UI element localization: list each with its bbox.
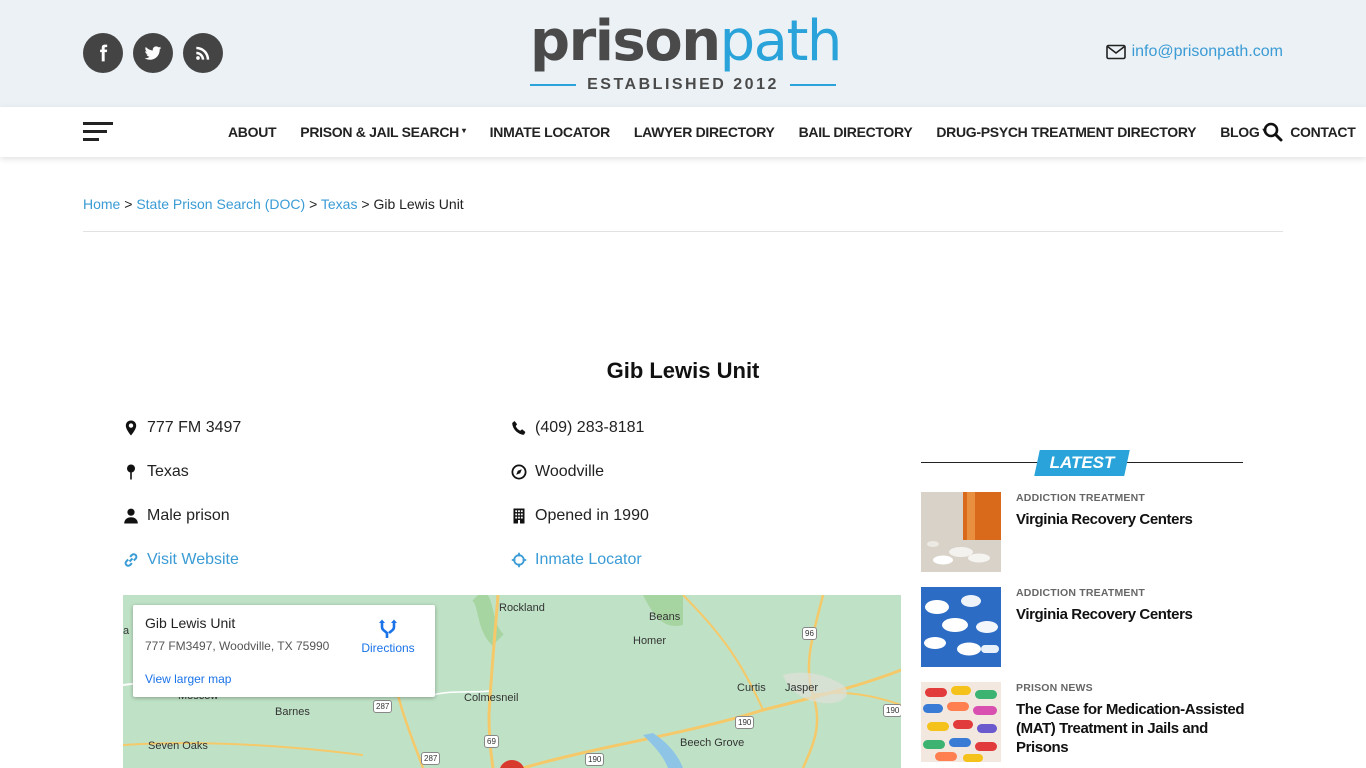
- breadcrumb-home[interactable]: Home: [83, 196, 120, 212]
- route-shield: 69: [484, 735, 499, 748]
- latest-post[interactable]: PRISON NEWS The Case for Medication-Assi…: [921, 682, 1244, 762]
- map-place-label: Beans: [649, 611, 681, 623]
- facebook-icon[interactable]: [83, 33, 123, 73]
- map-card-address: 777 FM3497, Woodville, TX 75990: [145, 639, 330, 653]
- map-place-label: Rockland: [499, 602, 545, 614]
- route-shield: 190: [735, 716, 755, 729]
- nav-about[interactable]: ABOUT: [228, 124, 277, 140]
- route-shield: 96: [802, 627, 817, 640]
- nav-contact[interactable]: CONTACT: [1290, 124, 1356, 140]
- google-map[interactable]: a Rockland Beans Homer Moscow Colmesneil…: [123, 595, 901, 768]
- map-place-label: Barnes: [275, 706, 310, 718]
- facility-phone: (409) 283-8181: [535, 419, 645, 436]
- breadcrumb-divider: [83, 231, 1283, 232]
- latest-post[interactable]: ADDICTION TREATMENT Virginia Recovery Ce…: [921, 587, 1243, 667]
- post-thumbnail[interactable]: [921, 492, 1001, 572]
- page-title: Gib Lewis Unit: [606, 358, 760, 383]
- facility-address: 777 FM 3497: [147, 419, 242, 436]
- breadcrumb: Home > State Prison Search (DOC) > Texas…: [83, 196, 464, 212]
- route-shield: 190: [585, 753, 605, 766]
- post-category[interactable]: ADDICTION TREATMENT: [1016, 492, 1145, 504]
- map-marker-icon: [123, 420, 147, 436]
- map-info-card: Gib Lewis Unit 777 FM3497, Woodville, TX…: [133, 605, 435, 697]
- breadcrumb-current: Gib Lewis Unit: [373, 196, 464, 212]
- map-place-label: a: [123, 625, 130, 637]
- post-title[interactable]: The Case for Medication-Assisted (MAT) T…: [1016, 700, 1248, 757]
- user-icon: [123, 508, 147, 524]
- visit-website-link[interactable]: Visit Website: [147, 551, 239, 569]
- address-row: 777 FM 3497: [123, 419, 241, 437]
- nav-lawyer-directory[interactable]: LAWYER DIRECTORY: [634, 124, 775, 140]
- view-larger-map-link[interactable]: View larger map: [145, 672, 231, 686]
- map-place-label: Curtis: [737, 682, 766, 694]
- post-thumbnail[interactable]: [921, 587, 1001, 667]
- nav-bail-directory[interactable]: BAIL DIRECTORY: [799, 124, 913, 140]
- map-card-name: Gib Lewis Unit: [145, 615, 236, 631]
- latest-header: LATEST: [921, 450, 1243, 476]
- nav-treatment-directory[interactable]: DRUG-PSYCH TREATMENT DIRECTORY: [936, 124, 1196, 140]
- directions-button[interactable]: Directions: [357, 615, 419, 655]
- route-shield: 287: [373, 700, 393, 713]
- compass-icon: [511, 464, 535, 480]
- route-shield: 287: [421, 752, 441, 765]
- website-row: Visit Website: [123, 551, 239, 569]
- link-icon: [123, 552, 147, 568]
- envelope-icon: [1105, 44, 1126, 60]
- crosshairs-icon: [511, 552, 535, 568]
- route-shield: 190: [883, 704, 901, 717]
- caret-down-icon: ▾: [461, 125, 466, 135]
- opened-row: Opened in 1990: [511, 507, 649, 525]
- nav-prison-jail-search[interactable]: PRISON & JAIL SEARCH ▾: [300, 124, 466, 140]
- header-email[interactable]: info@prisonpath.com: [1105, 43, 1283, 61]
- post-thumbnail[interactable]: [921, 682, 1001, 762]
- map-place-label: Beech Grove: [680, 737, 745, 749]
- rss-icon[interactable]: [183, 33, 223, 73]
- breadcrumb-separator: >: [361, 196, 370, 212]
- state-row: Texas: [123, 463, 189, 481]
- latest-post[interactable]: ADDICTION TREATMENT Virginia Recovery Ce…: [921, 492, 1243, 572]
- city-row: Woodville: [511, 463, 604, 481]
- search-icon[interactable]: [1263, 122, 1283, 142]
- facility-city: Woodville: [535, 463, 605, 480]
- post-category[interactable]: PRISON NEWS: [1016, 682, 1093, 694]
- post-title[interactable]: Virginia Recovery Centers: [1016, 605, 1248, 624]
- twitter-icon[interactable]: [133, 33, 173, 73]
- logo-tagline: ESTABLISHED 2012: [530, 74, 836, 96]
- post-category[interactable]: ADDICTION TREATMENT: [1016, 587, 1145, 599]
- email-link[interactable]: info@prisonpath.com: [1132, 43, 1283, 61]
- directions-icon: [379, 619, 397, 638]
- map-place-label: Jasper: [785, 682, 819, 694]
- breadcrumb-separator: >: [309, 196, 318, 212]
- facility-gender: Male prison: [147, 507, 230, 524]
- phone-icon: [511, 420, 535, 436]
- facility-opened: Opened in 1990: [535, 507, 649, 524]
- phone-row: (409) 283-8181: [511, 419, 644, 437]
- nav-blog[interactable]: BLOG ▾: [1220, 124, 1266, 140]
- logo-wordmark: prisonpath: [530, 9, 842, 74]
- thumbtack-icon: [123, 464, 147, 480]
- building-icon: [511, 508, 535, 524]
- nav-items: ABOUT PRISON & JAIL SEARCH ▾ INMATE LOCAT…: [228, 107, 1366, 157]
- nav-inmate-locator[interactable]: INMATE LOCATOR: [490, 124, 611, 140]
- map-place-label: Homer: [633, 635, 667, 647]
- map-place-label: Colmesneil: [464, 692, 519, 704]
- inmate-locator-link[interactable]: Inmate Locator: [535, 551, 642, 569]
- main-nav: ABOUT PRISON & JAIL SEARCH ▾ INMATE LOCAT…: [0, 107, 1366, 157]
- site-header: prisonpath ESTABLISHED 2012 info@prisonp…: [0, 0, 1366, 107]
- map-place-label: Seven Oaks: [148, 740, 208, 752]
- facility-state: Texas: [147, 463, 189, 480]
- breadcrumb-state-prison-search[interactable]: State Prison Search (DOC): [136, 196, 305, 212]
- breadcrumb-texas[interactable]: Texas: [321, 196, 358, 212]
- menu-icon[interactable]: [83, 121, 113, 143]
- post-title[interactable]: Virginia Recovery Centers: [1016, 510, 1248, 529]
- breadcrumb-separator: >: [124, 196, 133, 212]
- locator-row: Inmate Locator: [511, 551, 642, 569]
- gender-row: Male prison: [123, 507, 230, 525]
- site-logo[interactable]: prisonpath ESTABLISHED 2012: [530, 10, 842, 96]
